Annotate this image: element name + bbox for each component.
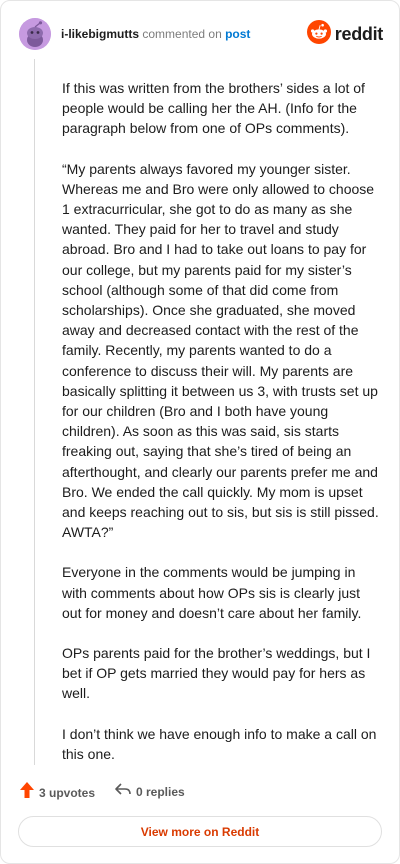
- comment-paragraph: If this was written from the brothers’ s…: [62, 80, 365, 137]
- thread-line: [34, 59, 35, 765]
- reply-arrow-icon: [114, 781, 132, 802]
- view-more-button[interactable]: View more on Reddit: [18, 816, 382, 847]
- comment-paragraph: Everyone in the comments would be jumpin…: [62, 564, 362, 621]
- comment-header: i-likebigmutts commented on post reddit: [19, 17, 383, 51]
- comment-paragraph: “My parents always favored my younger si…: [62, 160, 379, 541]
- comment-body: If this was written from the brothers’ s…: [62, 78, 380, 784]
- reddit-wordmark: reddit: [334, 23, 384, 44]
- upvote-count: 3 upvotes: [39, 785, 96, 800]
- comment-paragraph: I don’t think we have enough info to mak…: [62, 725, 377, 762]
- comment-paragraph: OPs parents paid for the brother’s weddi…: [62, 645, 371, 702]
- post-link[interactable]: post: [225, 27, 250, 41]
- upvote-button[interactable]: 3 upvotes: [19, 781, 95, 804]
- snoo-avatar-icon[interactable]: [19, 18, 51, 50]
- upvote-arrow-icon: [19, 781, 35, 804]
- reply-button[interactable]: 0 replies: [114, 781, 185, 802]
- reddit-logo-icon: [306, 19, 331, 49]
- reddit-brand[interactable]: reddit: [306, 19, 384, 49]
- comment-meta: i-likebigmutts commented on post: [61, 27, 250, 41]
- username-link[interactable]: i-likebigmutts: [61, 27, 139, 41]
- reply-count: 0 replies: [136, 784, 185, 799]
- action-text: commented on: [142, 27, 222, 41]
- comment-embed-card: i-likebigmutts commented on post reddit: [0, 0, 400, 864]
- comment-footer: 3 upvotes 0 replies: [19, 781, 319, 803]
